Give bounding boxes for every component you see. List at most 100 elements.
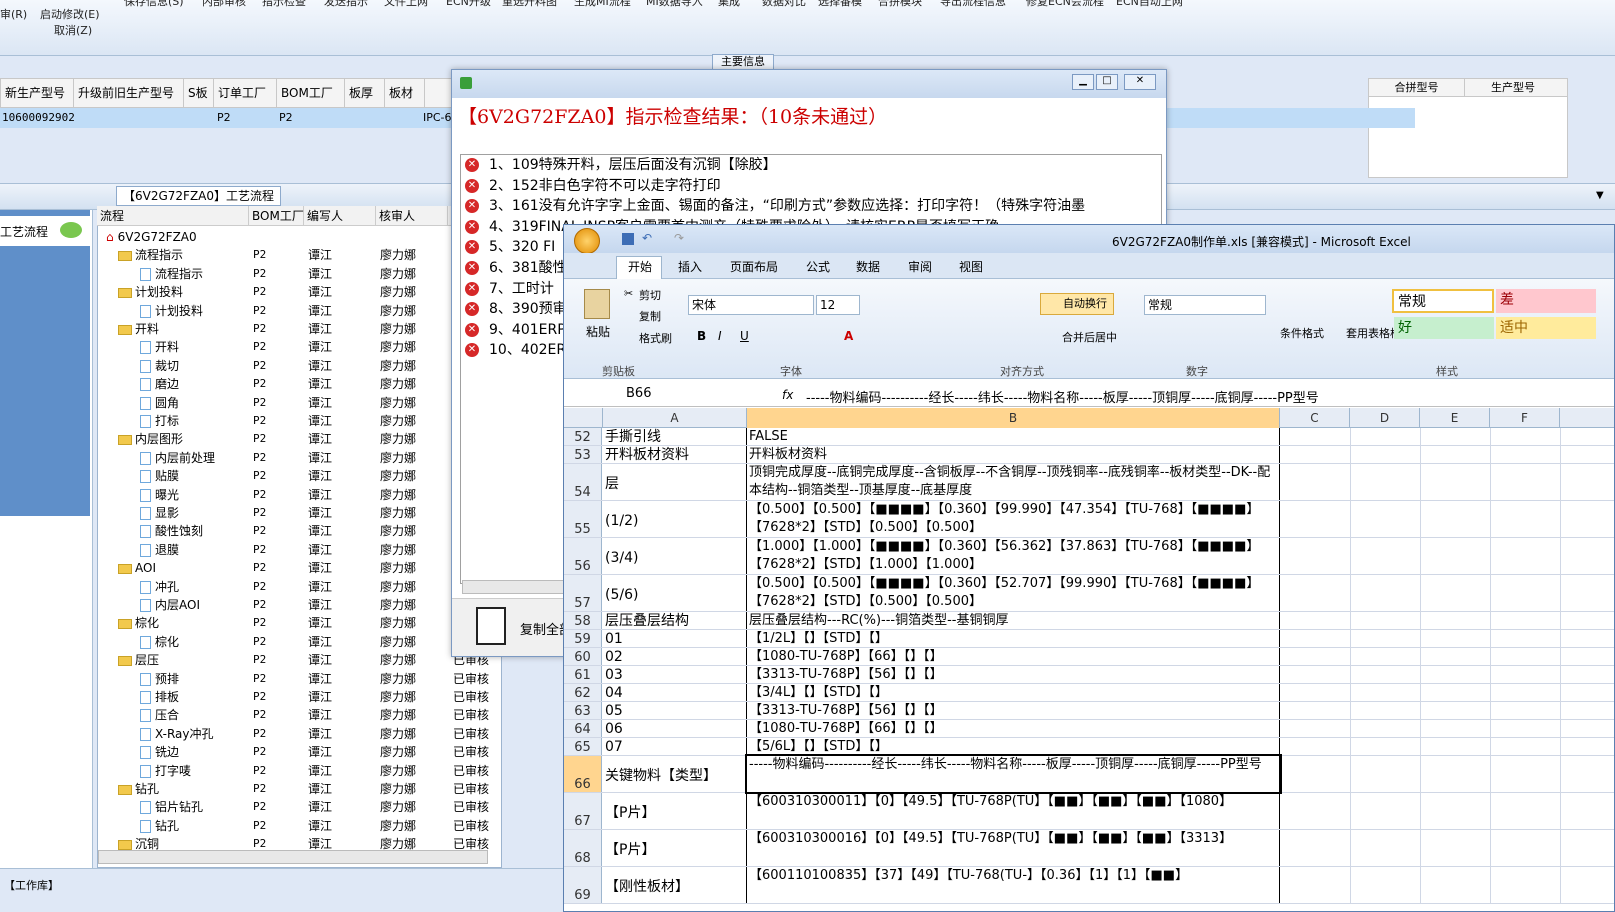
row-number[interactable]: 63 — [564, 702, 602, 719]
col-C[interactable]: C — [1280, 408, 1350, 428]
cell-b[interactable]: -----物料编码----------经长-----纬长-----物料名称---… — [745, 754, 1282, 794]
cell-a[interactable]: 层 — [603, 464, 747, 500]
row-number[interactable]: 52 — [564, 428, 602, 445]
tree-row[interactable]: 内层AOI P2 谭江 廖力娜 — [98, 596, 501, 614]
cell-a[interactable]: 04 — [603, 684, 747, 701]
toolbar-button[interactable]: ECN升级 — [446, 0, 491, 9]
tree-row[interactable]: 计划投料 P2 谭江 廖力娜 — [98, 283, 501, 301]
col-A[interactable]: A — [603, 408, 747, 428]
error-item[interactable]: ✕ 3、161没有允许字字上金面、锡面的备注，“印刷方式”参数应选择：打印字符！（… — [465, 196, 1085, 217]
col-header[interactable]: 流程 — [97, 206, 249, 225]
error-item[interactable]: ✕ 8、390预审 — [465, 299, 567, 320]
excel-titlebar[interactable]: ↶ ↷ 6V2G72FZA0制作单.xls [兼容模式] - Microsoft… — [564, 225, 1614, 254]
chevron-down-icon[interactable]: ▼ — [1596, 190, 1604, 201]
toolbar-button[interactable]: 集成 — [718, 0, 740, 9]
paste-button[interactable]: 粘贴 — [586, 323, 610, 340]
cell-a[interactable]: 【刚性板材】 — [603, 867, 747, 903]
cell-b[interactable]: 【5/6L】【】【STD】【】 — [747, 738, 1280, 755]
tree-row[interactable]: 棕化 P2 谭江 廖力娜 — [98, 614, 501, 632]
row-number[interactable]: 55 — [564, 501, 602, 537]
row-number[interactable]: 67 — [564, 793, 602, 829]
sheet-row[interactable]: 57 (5/6) 【0.500】【0.500】【■■■■】【0.360】【52.70… — [564, 575, 1614, 612]
tree-row[interactable]: 钻孔 P2 谭江 廖力娜 已审核 — [98, 817, 501, 835]
cell-a[interactable]: 02 — [603, 648, 747, 665]
tab-page-layout[interactable]: 页面布局 — [730, 258, 778, 275]
tab-insert[interactable]: 插入 — [678, 258, 702, 275]
dialog-titlebar[interactable]: ▁ □ ✕ — [452, 70, 1166, 98]
sheet-row[interactable]: 54 层顶铜完成厚度--底铜完成厚度--含铜板厚--不含铜厚--顶残铜率--底残铜… — [564, 464, 1614, 501]
sheet-row[interactable]: 65 07 【5/6L】【】【STD】【】 — [564, 738, 1614, 756]
cancel-button[interactable]: 取消(Z) — [54, 22, 92, 38]
cell-a[interactable]: 01 — [603, 630, 747, 647]
style-bad[interactable]: 差 — [1496, 289, 1596, 313]
tree-row[interactable]: 层压 P2 谭江 廖力娜 已审核 — [98, 651, 501, 669]
cell-b[interactable]: 【1.000】【1.000】【■■■■】【0.360】【56.362】【37.8… — [747, 538, 1280, 574]
tree-row[interactable]: 内层前处理 P2 谭江 廖力娜 — [98, 449, 501, 467]
cell-b[interactable]: 【3/4L】【】【STD】【】 — [747, 684, 1280, 701]
paste-icon[interactable] — [584, 289, 610, 319]
col-B[interactable]: B — [747, 408, 1280, 428]
copy-button[interactable]: 复制 — [639, 308, 661, 324]
col-header[interactable]: 编写人 — [304, 206, 376, 225]
sheet-row[interactable]: 63 05 【3313-TU-768P】【56】【】【】 — [564, 702, 1614, 720]
tree-row[interactable]: 开料 P2 谭江 廖力娜 — [98, 338, 501, 356]
cell-b[interactable]: 【1/2L】【】【STD】【】 — [747, 630, 1280, 647]
edit-button[interactable]: 启动修改(E) — [40, 6, 100, 22]
toolbar-button[interactable]: ECN自动上网 — [1116, 0, 1183, 9]
row-number[interactable]: 53 — [564, 446, 602, 463]
number-format-select[interactable]: 常规 — [1144, 295, 1266, 315]
tree-row[interactable]: 磨边 P2 谭江 廖力娜 — [98, 375, 501, 393]
horizontal-scrollbar[interactable] — [98, 850, 488, 864]
row-number[interactable]: 56 — [564, 538, 602, 574]
cell-a[interactable]: (1/2) — [603, 501, 747, 537]
tree-row[interactable]: 压合 P2 谭江 廖力娜 已审核 — [98, 706, 501, 724]
tree-row[interactable]: 退膜 P2 谭江 廖力娜 — [98, 541, 501, 559]
sheet-row[interactable]: 58 层压叠层结构 层压叠层结构---RC(%)---铜箔类型--基铜铜厚 — [564, 612, 1614, 630]
sheet-row[interactable]: 60 02 【1080-TU-768P】【66】【】【】 — [564, 648, 1614, 666]
style-neutral[interactable]: 适中 — [1496, 317, 1596, 339]
redo-icon[interactable]: ↷ — [674, 231, 684, 245]
row-number[interactable]: 66 — [564, 756, 602, 792]
row-number[interactable]: 62 — [564, 684, 602, 701]
toolbar-button[interactable]: 发送指示 — [324, 0, 368, 9]
left-panel-item[interactable]: 工艺流程 — [0, 216, 90, 246]
name-box[interactable]: B66 — [572, 386, 722, 405]
col-header[interactable]: 生产型号 — [1465, 79, 1561, 96]
format-painter-button[interactable]: 格式刷 — [639, 330, 672, 346]
tree-row[interactable]: 曝光 P2 谭江 廖力娜 — [98, 486, 501, 504]
tree-row[interactable]: 打字唛 P2 谭江 廖力娜 已审核 — [98, 762, 501, 780]
tree-row[interactable]: 铝片钻孔 P2 谭江 廖力娜 已审核 — [98, 798, 501, 816]
tree-row[interactable]: 开料 P2 谭江 廖力娜 — [98, 320, 501, 338]
toolbar-button[interactable]: 选择番模 — [818, 0, 862, 9]
row-number[interactable]: 65 — [564, 738, 602, 755]
col-D[interactable]: D — [1350, 408, 1420, 428]
sheet-row[interactable]: 53 开料板材资料 开料板材资料 — [564, 446, 1614, 464]
col-header[interactable]: 核审人 — [376, 206, 448, 225]
sheet-row[interactable]: 61 03 【3313-TU-768P】【56】【】【】 — [564, 666, 1614, 684]
sheet-row[interactable]: 56 (3/4) 【1.000】【1.000】【■■■■】【0.360】【56.36… — [564, 538, 1614, 575]
tree-row[interactable]: 流程指示 P2 谭江 廖力娜 — [98, 246, 501, 264]
toolbar-button[interactable]: MI数据导入 — [646, 0, 703, 9]
cell-b[interactable]: 【1080-TU-768P】【66】【】【】 — [747, 720, 1280, 737]
toolbar-button[interactable]: 合拼模块 — [878, 0, 922, 9]
font-size-select[interactable]: 12 — [816, 295, 860, 315]
col-header[interactable]: 板厚 — [345, 79, 385, 107]
tree-row[interactable]: 排板 P2 谭江 廖力娜 已审核 — [98, 688, 501, 706]
cell-a[interactable]: (5/6) — [603, 575, 747, 611]
tree-row[interactable]: ⌂ 6V2G72FZA0 — [98, 228, 501, 246]
col-header[interactable]: 升级前旧生产型号 — [74, 79, 184, 107]
cell-a[interactable]: 【P片】 — [603, 793, 747, 829]
cell-a[interactable]: (3/4) — [603, 538, 747, 574]
cell-b[interactable]: FALSE — [747, 428, 1280, 445]
cell-b[interactable]: 【600310300016】【0】【49.5】【TU-768P(TU】【■■】【… — [747, 830, 1280, 866]
cell-b[interactable]: 【600310300011】【0】【49.5】【TU-768P(TU】【■■】【… — [747, 793, 1280, 829]
cell-a[interactable]: 【P片】 — [603, 830, 747, 866]
row-number[interactable]: 59 — [564, 630, 602, 647]
sheet-row[interactable]: 67 【P片】 【600310300011】【0】【49.5】【TU-768P(TU… — [564, 793, 1614, 830]
bold-icon[interactable]: B — [697, 329, 706, 343]
minimize-icon[interactable]: ▁ — [1072, 74, 1094, 90]
sheet-row[interactable]: 62 04 【3/4L】【】【STD】【】 — [564, 684, 1614, 702]
toolbar-button[interactable]: 导出流程信息 — [940, 0, 1006, 9]
toolbar-item[interactable]: 审(R) — [0, 6, 27, 22]
cell-a[interactable]: 06 — [603, 720, 747, 737]
